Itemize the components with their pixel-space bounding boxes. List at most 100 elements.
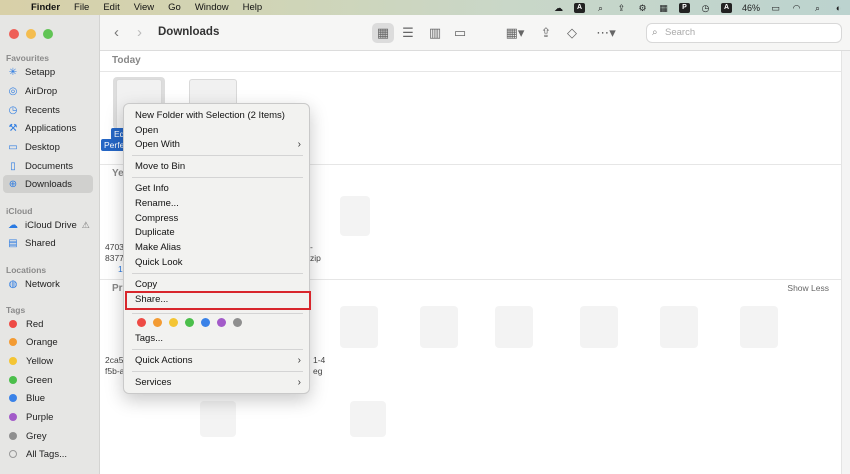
group-by-icon[interactable]: ▦▾ — [502, 23, 528, 43]
menu-item-copy[interactable]: Copy — [135, 278, 305, 292]
cloud-icon: ☁ — [8, 219, 18, 231]
menu-go[interactable]: Go — [168, 2, 181, 13]
forward-button[interactable]: › — [137, 24, 142, 41]
scrollbar[interactable] — [841, 51, 850, 474]
tag-yellow-icon[interactable] — [169, 318, 178, 327]
menu-file[interactable]: File — [74, 2, 89, 13]
battery-icon[interactable]: ▭ — [770, 3, 781, 13]
chevron-right-icon: › — [297, 139, 301, 150]
tag-dot-icon — [9, 320, 17, 328]
cloud-icon[interactable]: ☁ — [553, 3, 564, 13]
list-view-icon[interactable]: ☰ — [398, 23, 418, 43]
file-thumbnail[interactable] — [350, 401, 386, 437]
sidebar-item-icloud-drive[interactable]: ☁ iCloud Drive ⚠ — [3, 216, 93, 234]
clock-icon[interactable]: ◷ — [700, 3, 711, 13]
control-center-icon[interactable]: ◐ — [833, 3, 844, 13]
chevron-right-icon: › — [297, 355, 301, 366]
sidebar-tag-blue[interactable]: Blue — [3, 389, 93, 407]
menu-item-get-info[interactable]: Get Info — [135, 182, 305, 196]
chevron-right-icon: › — [297, 377, 301, 388]
sidebar-item-recents[interactable]: ◷ Recents — [3, 101, 93, 119]
more-actions-icon[interactable]: ⋯▾ — [592, 23, 620, 43]
sidebar-item-downloads[interactable]: ⊕ Downloads — [3, 175, 93, 193]
file-thumbnail[interactable] — [420, 306, 458, 348]
share-icon[interactable]: ⇪ — [616, 3, 627, 13]
menu-item-duplicate[interactable]: Duplicate — [135, 226, 305, 240]
file-thumbnail[interactable] — [340, 196, 370, 236]
file-thumbnail[interactable] — [340, 306, 378, 348]
menu-item-open[interactable]: Open — [135, 124, 305, 138]
menu-app-finder[interactable]: Finder — [31, 2, 60, 13]
menu-item-new-folder-with-selection[interactable]: New Folder with Selection (2 Items) — [135, 109, 305, 123]
menu-help[interactable]: Help — [243, 2, 263, 13]
zoom-button[interactable] — [43, 29, 53, 39]
group-header-today: Today — [112, 55, 141, 66]
sidebar-tag-red[interactable]: Red — [3, 315, 93, 333]
tag-blue-icon[interactable] — [201, 318, 210, 327]
menu-item-open-with[interactable]: Open With › — [135, 138, 305, 152]
gear-icon[interactable]: ⚙ — [637, 3, 648, 13]
close-button[interactable] — [9, 29, 19, 39]
sidebar-item-documents[interactable]: ▯ Documents — [3, 157, 93, 175]
menu-item-move-to-bin[interactable]: Move to Bin — [135, 160, 305, 174]
show-less-link[interactable]: Show Less — [787, 283, 829, 293]
pdf-icon[interactable]: P — [678, 2, 690, 13]
sidebar-tag-yellow[interactable]: Yellow — [3, 352, 93, 370]
sidebar-tag-orange[interactable]: Orange — [3, 333, 93, 351]
column-view-icon[interactable]: ▥ — [425, 23, 445, 43]
locations-header: Locations — [6, 265, 47, 275]
sidebar-tag-grey[interactable]: Grey — [3, 427, 93, 445]
menu-item-services[interactable]: Services › — [135, 376, 305, 390]
tag-purple-icon[interactable] — [217, 318, 226, 327]
gallery-view-icon[interactable]: ▭ — [450, 23, 470, 43]
file-thumbnail[interactable] — [495, 306, 533, 348]
menu-item-compress[interactable]: Compress — [135, 212, 305, 226]
tag-red-icon[interactable] — [137, 318, 146, 327]
grid-icon[interactable]: ▦ — [658, 3, 669, 13]
minimize-button[interactable] — [26, 29, 36, 39]
menu-separator — [132, 349, 303, 350]
file-thumbnail[interactable] — [660, 306, 698, 348]
setapp-icon: ✳ — [8, 66, 18, 78]
file-thumbnail[interactable] — [580, 306, 618, 348]
tag-green-icon[interactable] — [185, 318, 194, 327]
menu-separator — [132, 313, 303, 314]
window-title: Downloads — [158, 26, 220, 38]
menu-edit[interactable]: Edit — [103, 2, 119, 13]
tags-header: Tags — [6, 305, 26, 315]
file-thumbnail[interactable] — [200, 401, 236, 437]
menu-bar: Finder File Edit View Go Window Help ☁ A… — [0, 0, 850, 15]
sidebar-item-applications[interactable]: ⚒ Applications — [3, 119, 93, 137]
window-controls — [9, 29, 53, 39]
font-a-icon[interactable]: A — [573, 2, 585, 13]
binoculars-icon[interactable]: ⌕ — [595, 3, 606, 13]
menu-item-tags[interactable]: Tags... — [135, 332, 305, 346]
menu-item-rename[interactable]: Rename... — [135, 197, 305, 211]
sidebar-item-airdrop[interactable]: ◎ AirDrop — [3, 82, 93, 100]
search-icon[interactable]: ⌕ — [812, 3, 823, 13]
wifi-icon[interactable]: ◠ — [791, 3, 802, 13]
battery-percentage[interactable]: 46% — [742, 3, 760, 13]
menu-item-quick-actions[interactable]: Quick Actions › — [135, 354, 305, 368]
input-source-icon[interactable]: A — [720, 2, 732, 13]
sidebar-item-desktop[interactable]: ▭ Desktop — [3, 138, 93, 156]
tag-grey-icon[interactable] — [233, 318, 242, 327]
file-name-line2: 8377 — [105, 253, 124, 263]
file-thumbnail[interactable] — [740, 306, 778, 348]
search-field[interactable]: ⌕ Search — [646, 23, 842, 43]
sidebar-tag-purple[interactable]: Purple — [3, 408, 93, 426]
icon-view-icon[interactable]: ▦ — [372, 23, 394, 43]
menu-view[interactable]: View — [134, 2, 154, 13]
menu-item-quick-look[interactable]: Quick Look — [135, 256, 305, 270]
share-icon[interactable]: ⇪ — [537, 23, 555, 43]
sidebar-all-tags[interactable]: All Tags... — [3, 445, 93, 463]
menu-item-make-alias[interactable]: Make Alias — [135, 241, 305, 255]
menu-window[interactable]: Window — [195, 2, 229, 13]
sidebar-tag-green[interactable]: Green — [3, 371, 93, 389]
tag-icon[interactable]: ◇ — [563, 23, 581, 43]
sidebar-item-network[interactable]: ◍ Network — [3, 275, 93, 293]
tag-orange-icon[interactable] — [153, 318, 162, 327]
back-button[interactable]: ‹ — [114, 24, 119, 41]
sidebar-item-setapp[interactable]: ✳ Setapp — [3, 63, 93, 81]
sidebar-item-shared[interactable]: ▤ Shared — [3, 234, 93, 252]
